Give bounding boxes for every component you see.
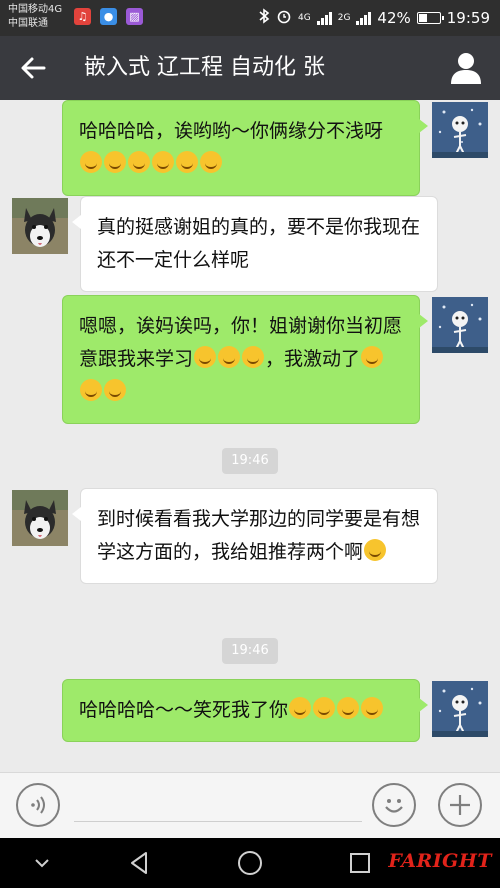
emoji-button[interactable] <box>372 783 416 827</box>
carrier-2: 中国联通 <box>8 18 48 29</box>
my-avatar-image <box>432 681 488 737</box>
emoji-icon <box>385 799 403 813</box>
message-input-bar <box>0 772 500 838</box>
joy-emoji-icon <box>364 539 387 561</box>
nav-recents-button[interactable] <box>346 849 374 877</box>
smirk-emoji-icon <box>128 151 150 173</box>
clock: 19:59 <box>446 9 490 27</box>
message-bubble-sent[interactable]: 哈哈哈哈～～笑死我了你 <box>62 679 428 742</box>
alarm-icon <box>276 8 292 28</box>
my-avatar[interactable] <box>432 681 488 737</box>
rofl-emoji-icon <box>361 697 384 719</box>
person-icon <box>451 53 481 84</box>
chat-profile-button[interactable] <box>446 48 486 88</box>
message-text: ，我激动了 <box>265 348 361 370</box>
message-bubble-received[interactable]: 到时候看看我大学那边的同学要是有想学这方面的，我给姐推荐两个啊 <box>72 488 438 584</box>
husky-dog-avatar-image <box>12 198 68 254</box>
contact-avatar[interactable] <box>12 198 68 254</box>
timestamp: 19:46 <box>222 638 278 664</box>
nav-back-button[interactable] <box>126 849 154 877</box>
husky-dog-avatar-image <box>12 490 68 546</box>
battery-percent: 42% <box>377 9 411 27</box>
voice-icon <box>31 796 45 814</box>
hide-keyboard-button[interactable] <box>28 849 56 877</box>
contact-avatar[interactable] <box>12 490 68 546</box>
rofl-emoji-icon <box>337 697 360 719</box>
my-avatar[interactable] <box>432 102 488 158</box>
message-text: 哈哈哈哈～～笑死我了你 <box>79 699 289 721</box>
system-nav-bar: FARIGHT <box>0 838 500 888</box>
message-text: 哈哈哈哈，诶哟哟～你俩缘分不浅呀 <box>79 120 384 142</box>
music-app-icon: ♫ <box>74 8 91 25</box>
sob-emoji-icon <box>361 346 384 368</box>
back-button[interactable] <box>16 50 52 86</box>
joy-emoji-icon <box>200 151 222 173</box>
voice-input-button[interactable] <box>16 783 60 827</box>
square-recents-icon <box>350 853 370 873</box>
sob-emoji-icon <box>242 346 265 368</box>
gallery-app-icon: ▨ <box>126 8 143 25</box>
my-avatar-image <box>432 297 488 353</box>
message-app-icon: ● <box>100 8 117 25</box>
bluetooth-icon <box>258 8 270 28</box>
status-icons: 4G 2G 42% 19:59 <box>258 0 490 36</box>
timestamp: 19:46 <box>222 448 278 474</box>
circle-home-icon <box>238 851 262 875</box>
status-bar: 中国移动4G 中国联通 ♫ ● ▨ 4G 2G 42% 19:59 <box>0 0 500 36</box>
message-text: 真的挺感谢姐的真的，要不是你我现在还不一定什么样呢 <box>97 216 421 271</box>
nav-home-button[interactable] <box>236 849 264 877</box>
network-type-2: 2G <box>337 12 351 23</box>
rofl-emoji-icon <box>313 697 336 719</box>
my-avatar[interactable] <box>432 297 488 353</box>
sob-emoji-icon <box>218 346 241 368</box>
sob-emoji-icon <box>104 379 126 401</box>
my-avatar-image <box>432 102 488 158</box>
signal-2-icon <box>356 11 372 25</box>
joy-emoji-icon <box>176 151 198 173</box>
add-attachment-button[interactable] <box>438 783 482 827</box>
message-list[interactable]: 哈哈哈哈，诶哟哟～你俩缘分不浅呀 真的挺感谢姐的真的，要不是你我现在还不一定什么… <box>0 100 500 772</box>
watermark-logo: FARIGHT <box>388 850 492 872</box>
chat-title: 嵌入式 辽工程 自动化 张 <box>84 55 325 80</box>
chat-header: 嵌入式 辽工程 自动化 张 <box>0 36 500 100</box>
battery-level <box>418 14 428 22</box>
smirk-emoji-icon <box>104 151 126 173</box>
chevron-down-icon <box>35 859 49 868</box>
signal-1-icon <box>316 11 332 25</box>
joy-emoji-icon <box>152 151 174 173</box>
triangle-back-icon <box>131 852 147 874</box>
smirk-emoji-icon <box>80 151 102 173</box>
arrow-left-icon <box>21 57 46 79</box>
battery-icon <box>416 12 444 24</box>
message-input[interactable] <box>74 821 362 822</box>
sob-emoji-icon <box>194 346 217 368</box>
message-bubble-received[interactable]: 真的挺感谢姐的真的，要不是你我现在还不一定什么样呢 <box>72 196 438 292</box>
sob-emoji-icon <box>80 379 102 401</box>
message-bubble-sent[interactable]: 哈哈哈哈，诶哟哟～你俩缘分不浅呀 <box>62 100 428 196</box>
carrier-1: 中国移动4G <box>8 4 63 15</box>
plus-icon <box>450 795 470 815</box>
network-type-1: 4G <box>298 12 311 23</box>
rofl-emoji-icon <box>289 697 312 719</box>
message-bubble-sent[interactable]: 嗯嗯，诶妈诶吗，你！姐谢谢你当初愿意跟我来学习 ，我激动了 <box>62 295 428 424</box>
